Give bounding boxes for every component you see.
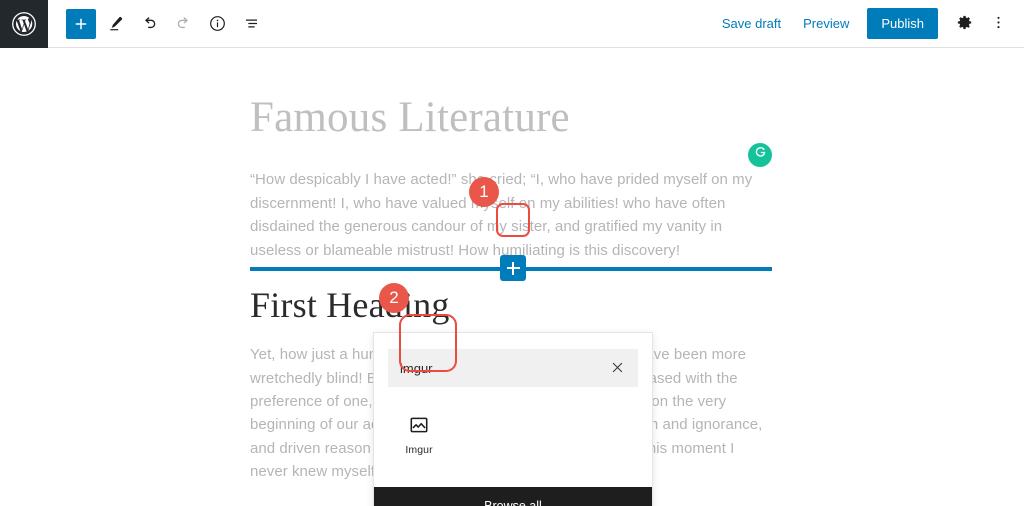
browse-all-button[interactable]: Browse all (374, 487, 652, 506)
save-draft-button[interactable]: Save draft (712, 10, 791, 37)
editor-top-bar: Save draft Preview Publish (0, 0, 1024, 48)
add-block-plus-button[interactable] (500, 255, 526, 281)
inserter-results: Imgur (374, 395, 652, 487)
undo-icon (140, 14, 159, 33)
undo-button[interactable] (134, 9, 164, 39)
close-x-icon (612, 361, 623, 376)
toolbar-left-group (48, 9, 266, 39)
imgur-block-result[interactable]: Imgur (388, 403, 450, 464)
post-content: Famous Literature “How despicably I have… (250, 93, 772, 262)
editor-canvas: Famous Literature “How despicably I have… (0, 48, 1024, 506)
settings-button[interactable] (948, 8, 980, 40)
redo-button[interactable] (168, 9, 198, 39)
block-inserter-popup: Imgur Browse all (373, 332, 653, 506)
preview-button[interactable]: Preview (793, 10, 859, 37)
paragraph-block-1[interactable]: “How despicably I have acted!” she cried… (250, 168, 772, 262)
inserter-search-field[interactable] (388, 349, 638, 387)
list-view-icon (242, 14, 261, 33)
wordpress-logo-icon (11, 11, 37, 37)
toolbar-right-group: Save draft Preview Publish (712, 8, 1024, 40)
grammarly-g-icon (753, 145, 768, 165)
pencil-icon (106, 14, 125, 33)
gear-icon (955, 13, 974, 35)
clear-search-button[interactable] (608, 359, 626, 377)
grammarly-button[interactable] (748, 143, 772, 167)
tools-button[interactable] (100, 9, 130, 39)
embed-image-icon (407, 413, 431, 437)
imgur-block-label: Imgur (405, 444, 432, 456)
redo-icon (174, 14, 193, 33)
annotation-badge-2: 2 (379, 283, 409, 313)
heading-block[interactable]: First Heading (250, 284, 772, 327)
block-inserter-toggle-button[interactable] (66, 9, 96, 39)
list-view-button[interactable] (236, 9, 266, 39)
annotation-badge-1: 1 (469, 177, 499, 207)
inserter-search-wrapper (374, 333, 652, 395)
more-options-button[interactable] (982, 8, 1014, 40)
search-input[interactable] (400, 361, 608, 376)
details-button[interactable] (202, 9, 232, 39)
publish-button[interactable]: Publish (867, 8, 938, 39)
info-icon (208, 14, 227, 33)
plus-icon (72, 15, 90, 33)
three-dots-vertical-icon (989, 13, 1008, 35)
wordpress-logo-button[interactable] (0, 0, 48, 48)
post-title[interactable]: Famous Literature (250, 93, 772, 142)
